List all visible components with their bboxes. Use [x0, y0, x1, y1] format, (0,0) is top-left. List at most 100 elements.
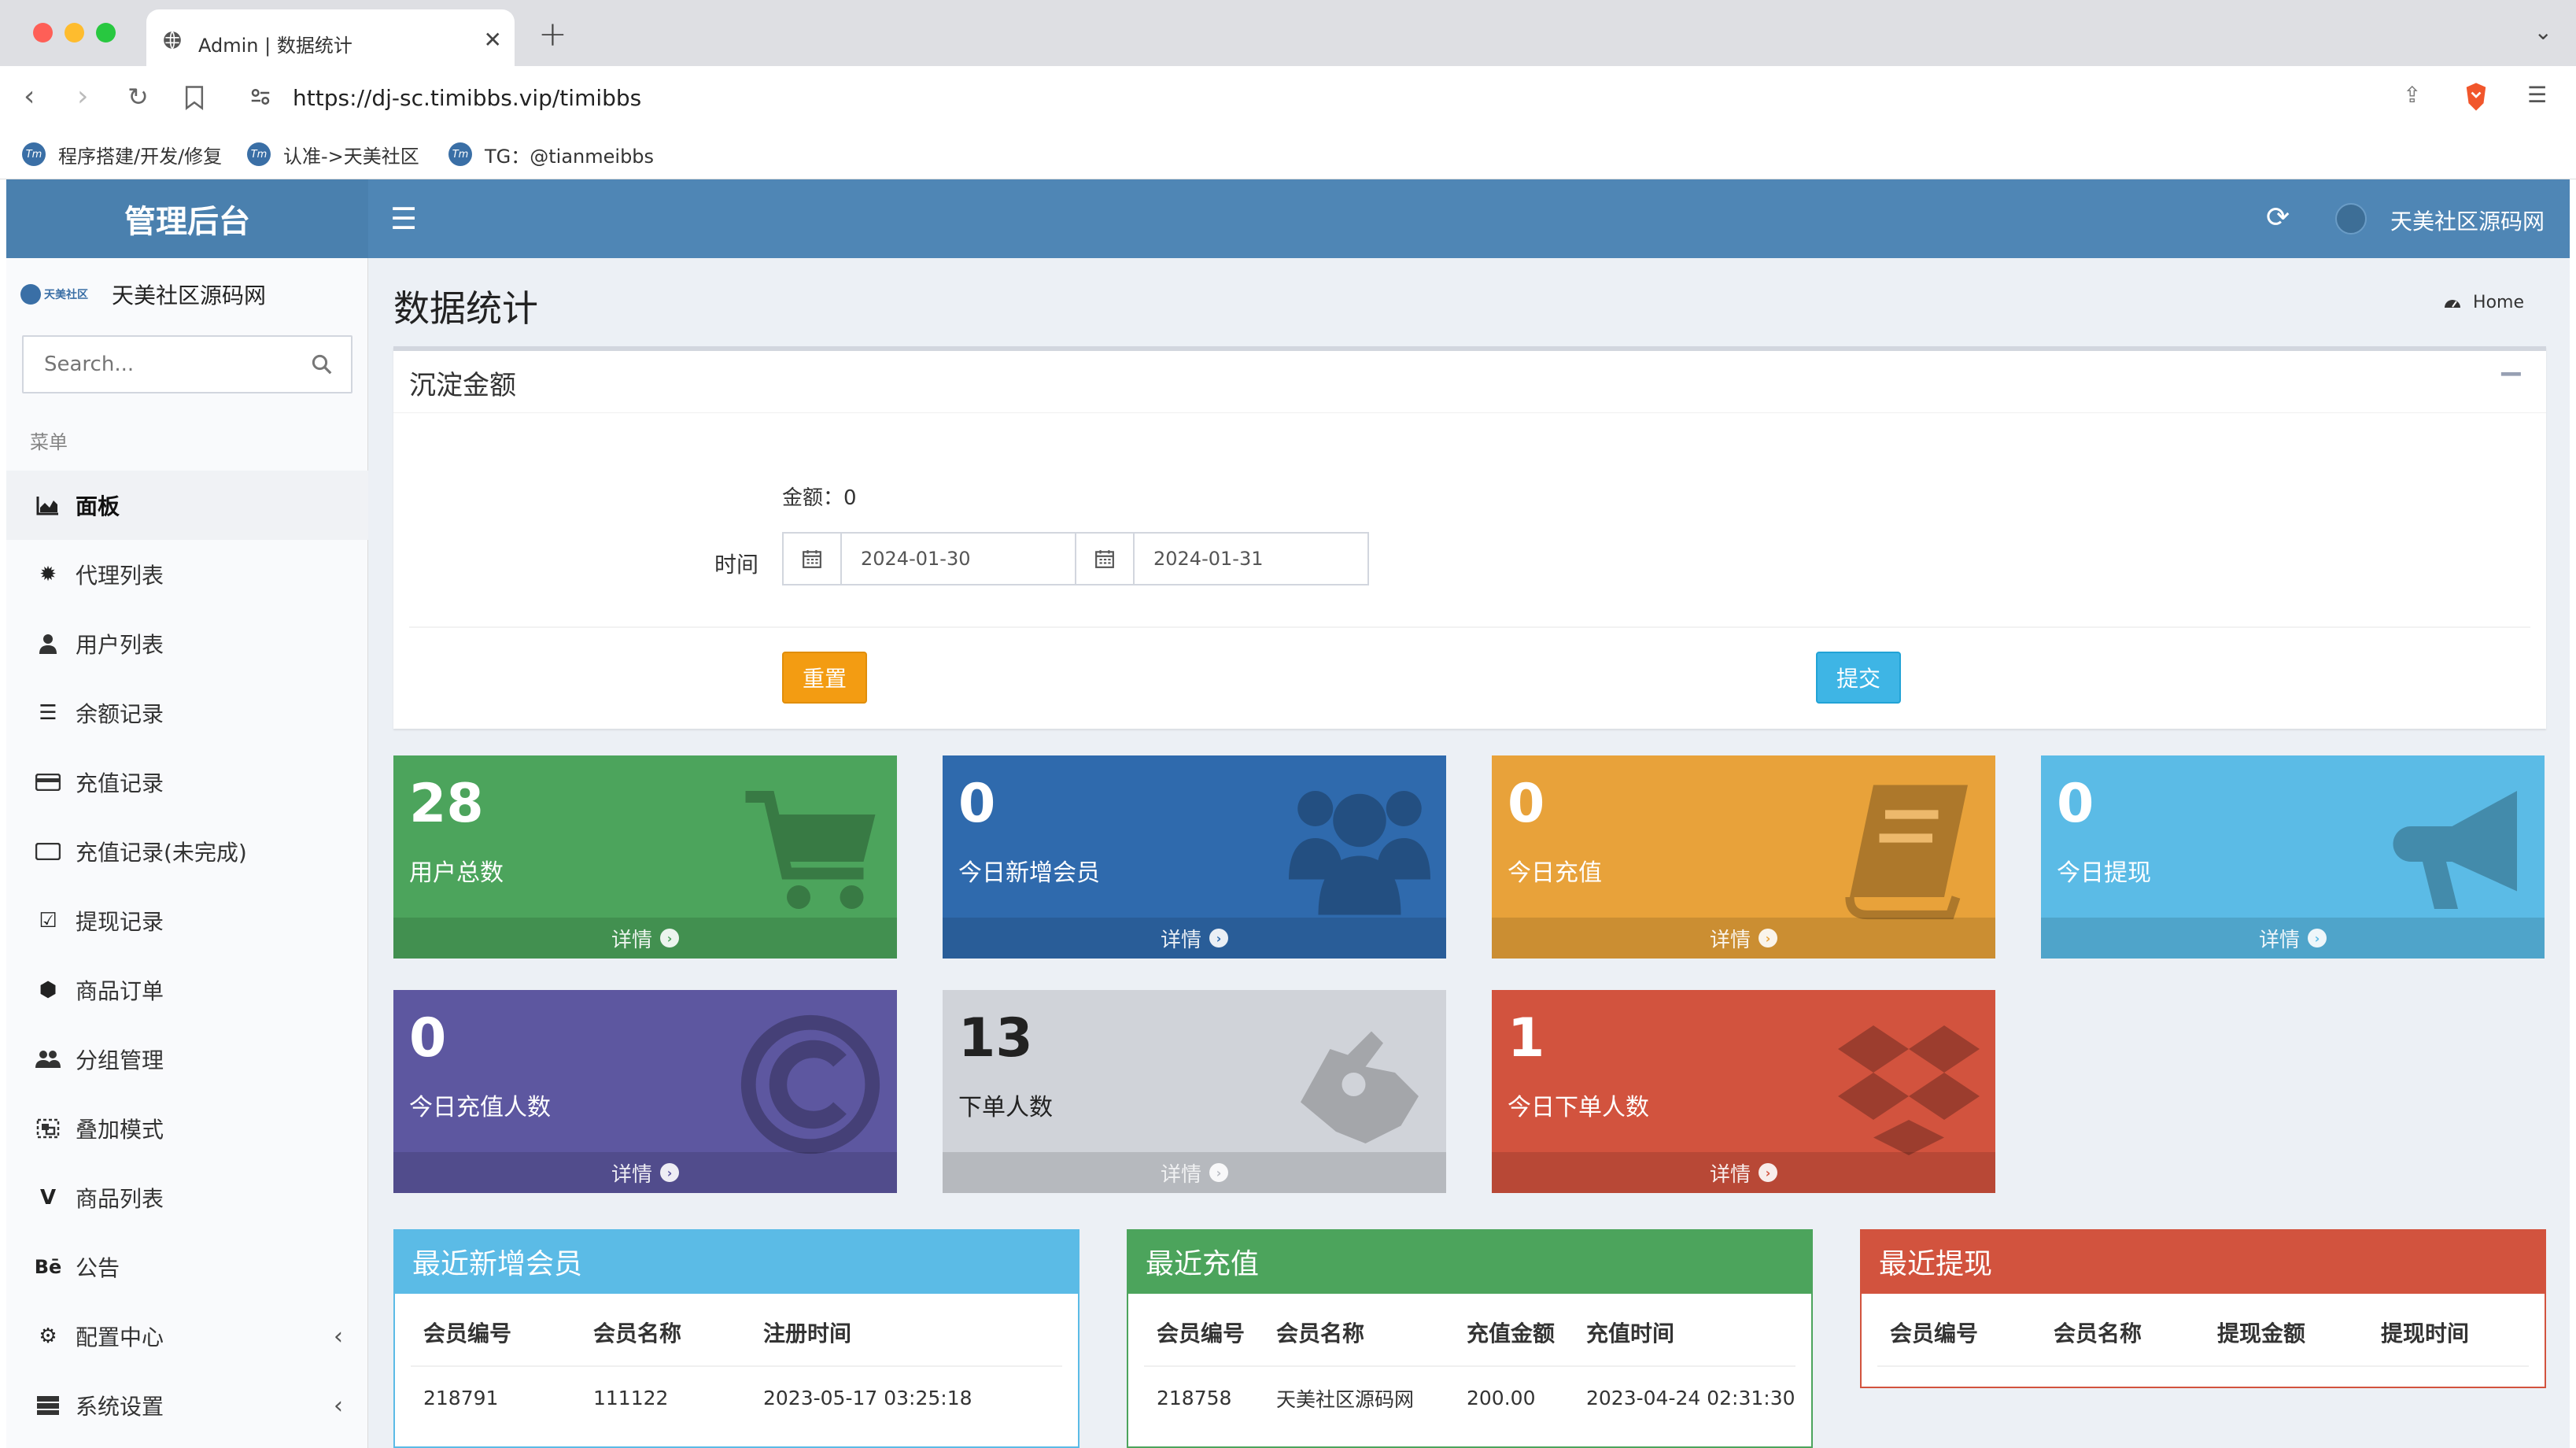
deposit-box-title: 沉淀金额 [409, 370, 516, 401]
check-square-icon: ☑ [39, 909, 57, 933]
settings-icon: ⚙ [39, 1324, 57, 1348]
stat-detail-link[interactable]: 详情 › [943, 1152, 1446, 1193]
stat-box-today-order-users: 1 今日下单人数 详情 › [1492, 990, 1995, 1193]
bookmark-item[interactable]: Tm 程序搭建/开发/修复 [22, 140, 222, 168]
sidebar-item-withdraw[interactable]: ☑ 提现记录 [6, 886, 368, 955]
start-date-input[interactable] [842, 534, 1076, 584]
bookmark-icon[interactable] [184, 85, 205, 110]
admin-logo[interactable]: 管理后台 [6, 179, 368, 258]
users-icon [1289, 791, 1430, 915]
sidebar-item-config-center[interactable]: ⚙ 配置中心 ‹ [6, 1302, 368, 1371]
stat-detail-link[interactable]: 详情 › [1492, 1152, 1995, 1193]
recent-withdraw-table: 会员编号 会员名称 提现金额 提现时间 [1877, 1294, 2529, 1367]
table-cell: 218791 [423, 1387, 499, 1409]
browser-menu-icon[interactable]: ☰ [2527, 82, 2547, 108]
table-row: 218791 111122 2023-05-17 03:25:18 [411, 1366, 1062, 1429]
search-icon[interactable] [310, 353, 334, 376]
table-cell: 218758 [1157, 1387, 1232, 1409]
time-label: 时间 [714, 552, 759, 578]
recent-members-panel: 最近新增会员 会员编号 会员名称 注册时间 218791 111122 2023… [393, 1229, 1079, 1448]
maximize-window-button[interactable] [96, 23, 116, 42]
deposit-box: 沉淀金额 − 金额：0 时间 重置 提交 [393, 346, 2546, 729]
sidebar-item-orders[interactable]: ⬢ 商品订单 [6, 955, 368, 1025]
table-header: 会员名称 [1264, 1294, 1454, 1367]
table-header: 提现时间 [2368, 1294, 2529, 1367]
stat-box-new-members: 0 今日新增会员 详情 › [943, 755, 1446, 959]
table-header: 会员名称 [581, 1294, 751, 1367]
sidebar-item-users[interactable]: 用户列表 [6, 609, 368, 678]
forward-icon[interactable]: › [77, 80, 88, 113]
stat-detail-link[interactable]: 详情 › [2041, 918, 2545, 959]
end-date-input[interactable] [1135, 534, 1364, 584]
avatar[interactable] [2335, 203, 2367, 235]
url-text: https://dj-sc.timibbs.vip/timibbs [293, 85, 642, 111]
new-tab-button[interactable]: + [538, 14, 567, 54]
sidebar-item-announcement[interactable]: Bē 公告 [6, 1232, 368, 1302]
stat-value: 1 [1508, 1007, 1545, 1069]
shopping-cart-icon [745, 791, 876, 909]
url-field[interactable]: https://dj-sc.timibbs.vip/timibbs [233, 74, 2494, 121]
behance-icon: Bē [34, 1256, 62, 1278]
sidebar-logo: 天美社区 [20, 283, 91, 306]
sidebar-item-overlay-mode[interactable]: 叠加模式 [6, 1094, 368, 1163]
stat-detail-link[interactable]: 详情 › [393, 918, 897, 959]
back-icon[interactable]: ‹ [24, 80, 35, 113]
table-row: 218758 天美社区源码网 200.00 2023-04-24 02:31:3… [1144, 1366, 1795, 1429]
panel-title: 最近充值 [1128, 1229, 1811, 1294]
sidebar-item-products[interactable]: V 商品列表 [6, 1163, 368, 1232]
close-window-button[interactable] [33, 23, 53, 42]
stat-value: 0 [1508, 773, 1545, 835]
site-settings-icon[interactable] [249, 85, 272, 109]
bookmark-item[interactable]: Tm 认准->天美社区 [247, 140, 419, 168]
dropbox-icon [1838, 1025, 1980, 1155]
globe-icon [164, 31, 181, 50]
submit-button[interactable]: 提交 [1816, 652, 1901, 704]
table-cell: 111122 [593, 1387, 669, 1409]
list-icon: ☰ [39, 701, 57, 725]
tab-title: Admin | 数据统计 [198, 35, 352, 57]
sidebar-item-dashboard[interactable]: 面板 [6, 471, 368, 540]
close-tab-icon[interactable]: ✕ [484, 27, 502, 53]
area-chart-icon [35, 492, 61, 519]
browser-tab[interactable]: Admin | 数据统计 ✕ [146, 9, 515, 66]
table-cell: 2023-04-24 02:31:30 [1586, 1387, 1795, 1409]
sidebar-toggle-icon[interactable]: ☰ [390, 201, 417, 236]
sidebar-item-groups[interactable]: 分组管理 [6, 1025, 368, 1094]
search-input[interactable] [24, 337, 291, 392]
bookmark-favicon-icon: Tm [22, 142, 46, 166]
stat-label: 今日充值人数 [409, 1094, 551, 1121]
stat-box-today-withdraw: 0 今日提现 详情 › [2041, 755, 2545, 959]
chevron-left-icon: ‹ [334, 1391, 343, 1420]
sidebar-item-agents[interactable]: ✹ 代理列表 [6, 540, 368, 609]
recent-recharge-table: 会员编号 会员名称 充值金额 充值时间 218758 天美社区源码网 200.0… [1144, 1294, 1795, 1429]
sidebar-item-recharge-pending[interactable]: 充值记录(未完成) [6, 817, 368, 886]
panel-title: 最近新增会员 [395, 1229, 1078, 1294]
stat-detail-link[interactable]: 详情 › [943, 918, 1446, 959]
dashboard-icon [2445, 299, 2461, 308]
reset-button[interactable]: 重置 [782, 652, 867, 704]
stat-label: 今日新增会员 [958, 859, 1100, 887]
book-icon [1845, 785, 1968, 920]
share-icon[interactable]: ⇪ [2403, 82, 2421, 108]
reload-icon[interactable]: ↻ [127, 82, 149, 112]
stat-value: 13 [958, 1007, 1033, 1069]
header-user-name[interactable]: 天美社区源码网 [2390, 205, 2545, 236]
sidebar-item-balance[interactable]: ☰ 余额记录 [6, 678, 368, 748]
sidebar-item-system-settings[interactable]: 系统设置 ‹ [6, 1371, 368, 1440]
table-header: 会员编号 [1877, 1294, 2041, 1367]
divider [409, 626, 2530, 628]
object-group-icon [35, 1115, 61, 1142]
brave-shield-icon[interactable] [2463, 82, 2489, 112]
collapse-icon[interactable]: − [2497, 356, 2524, 392]
user-icon [35, 630, 61, 657]
sidebar-item-recharge[interactable]: 充值记录 [6, 748, 368, 817]
chevron-down-icon[interactable]: ⌄ [2534, 19, 2552, 45]
table-header: 会员编号 [411, 1294, 581, 1367]
minimize-window-button[interactable] [65, 23, 84, 42]
breadcrumb-home[interactable]: Home [2473, 293, 2524, 312]
bookmark-favicon-icon: Tm [448, 142, 472, 166]
stat-detail-link[interactable]: 详情 › [393, 1152, 897, 1193]
refresh-icon[interactable]: ⟳ [2266, 201, 2290, 234]
bookmark-item[interactable]: Tm TG：@tianmeibbs [448, 140, 654, 168]
stat-detail-link[interactable]: 详情 › [1492, 918, 1995, 959]
